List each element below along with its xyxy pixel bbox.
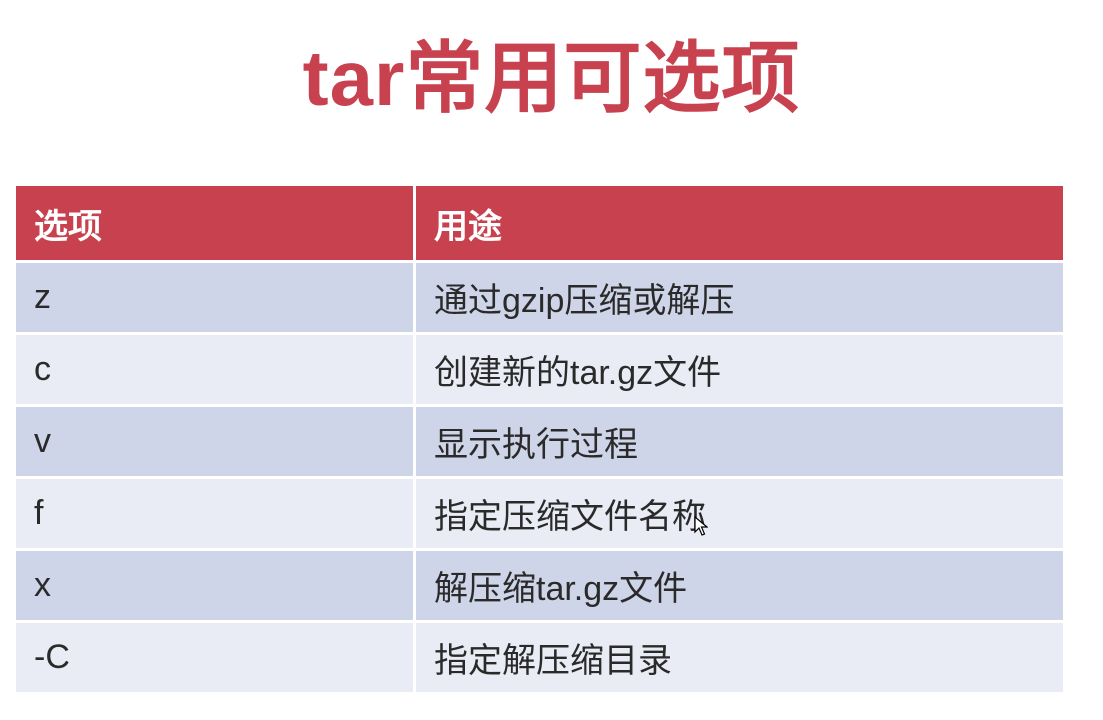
use-cell: 指定压缩文件名称: [413, 476, 1063, 548]
use-cell: 解压缩tar.gz文件: [413, 548, 1063, 620]
table-row: f 指定压缩文件名称: [16, 476, 1063, 548]
use-cell: 创建新的tar.gz文件: [413, 332, 1063, 404]
option-cell: f: [16, 476, 413, 548]
header-option: 选项: [16, 186, 413, 260]
mouse-pointer-icon: [694, 516, 708, 536]
option-cell: x: [16, 548, 413, 620]
use-cell: 通过gzip压缩或解压: [413, 260, 1063, 332]
options-table: 选项 用途 z 通过gzip压缩或解压 c 创建新的tar.gz文件 v 显示执…: [16, 186, 1063, 692]
use-cell: 显示执行过程: [413, 404, 1063, 476]
option-cell: c: [16, 332, 413, 404]
option-cell: v: [16, 404, 413, 476]
use-cell: 指定解压缩目录: [413, 620, 1063, 692]
slide: tar常用可选项 选项 用途 z 通过gzip压缩或解压 c 创建新的tar.g…: [0, 0, 1103, 720]
table-row: v 显示执行过程: [16, 404, 1063, 476]
option-cell: -C: [16, 620, 413, 692]
table-header-row: 选项 用途: [16, 186, 1063, 260]
option-cell: z: [16, 260, 413, 332]
table-row: -C 指定解压缩目录: [16, 620, 1063, 692]
table-row: x 解压缩tar.gz文件: [16, 548, 1063, 620]
table-row: z 通过gzip压缩或解压: [16, 260, 1063, 332]
table-row: c 创建新的tar.gz文件: [16, 332, 1063, 404]
page-title: tar常用可选项: [302, 34, 801, 122]
header-use: 用途: [413, 186, 1063, 260]
